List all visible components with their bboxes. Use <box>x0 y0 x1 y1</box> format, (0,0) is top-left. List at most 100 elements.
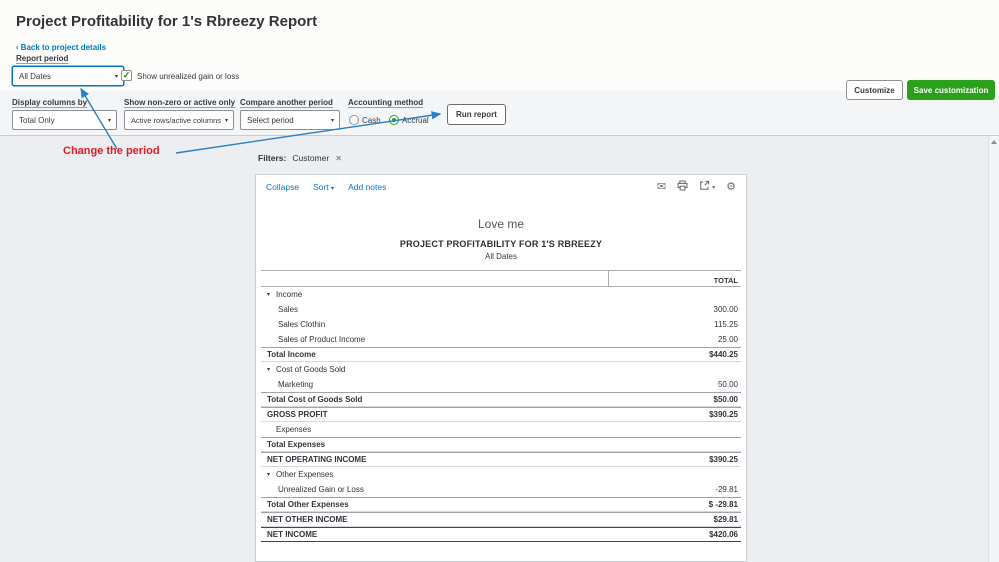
table-row[interactable]: Total Cost of Goods Sold $50.00 <box>261 392 741 407</box>
table-row[interactable]: ▾ Other Expenses <box>261 467 741 482</box>
row-value: 50.00 <box>718 380 738 389</box>
row-value: $390.25 <box>709 410 738 419</box>
compare-period-dropdown[interactable]: Select period ▾ <box>240 110 340 130</box>
table-row[interactable]: Total Income $440.25 <box>261 347 741 362</box>
table-row[interactable]: Marketing 50.00 <box>261 377 741 392</box>
customer-filter-chip[interactable]: Customer <box>292 153 329 163</box>
row-label: Cost of Goods Sold <box>276 365 345 374</box>
report-toolbar: Collapse Sort ▾ Add notes ✉ <box>256 175 746 199</box>
row-label: Total Other Expenses <box>267 500 349 509</box>
table-row[interactable]: Sales of Product Income 25.00 <box>261 332 741 347</box>
run-report-button[interactable]: Run report <box>447 104 506 125</box>
accrual-radio[interactable] <box>389 115 399 125</box>
caret-down-icon: ▾ <box>225 117 228 124</box>
report-table-header: TOTAL <box>261 270 741 287</box>
row-label: Sales of Product Income <box>278 335 365 344</box>
checkmark-icon: ✓ <box>123 71 131 80</box>
row-label: Sales <box>278 305 298 314</box>
report-title: PROJECT PROFITABILITY FOR 1'S RBREEZY <box>256 239 746 249</box>
report-period-dropdown[interactable]: All Dates ▾ <box>12 66 124 86</box>
back-to-project-link[interactable]: ‹Back to project details <box>16 43 106 52</box>
table-row[interactable]: NET OTHER INCOME $29.81 <box>261 512 741 527</box>
report-table: TOTAL ▾ Income Sales 300.00 Sales Clothi… <box>261 270 741 542</box>
table-row[interactable]: NET INCOME $420.06 <box>261 527 741 542</box>
cash-radio-label: Cash <box>362 116 381 125</box>
sort-link[interactable]: Sort ▾ <box>313 182 334 192</box>
row-label: NET OTHER INCOME <box>267 515 347 524</box>
table-row[interactable]: Unrealized Gain or Loss -29.81 <box>261 482 741 497</box>
row-value: $420.06 <box>709 530 738 539</box>
report-card: Collapse Sort ▾ Add notes ✉ <box>255 174 747 562</box>
caret-down-icon: ▾ <box>108 117 111 124</box>
row-label: Unrealized Gain or Loss <box>278 485 364 494</box>
email-icon[interactable]: ✉ <box>657 182 666 193</box>
table-row[interactable]: Total Other Expenses $ -29.81 <box>261 497 741 512</box>
section-arrow-icon: ▾ <box>267 366 276 373</box>
row-value: $390.25 <box>709 455 738 464</box>
display-columns-dropdown[interactable]: Total Only ▾ <box>12 110 117 130</box>
table-row[interactable]: Total Expenses <box>261 437 741 452</box>
row-label: Total Cost of Goods Sold <box>267 395 362 404</box>
row-label: Income <box>276 290 302 299</box>
table-row[interactable]: Sales Clothin 115.25 <box>261 317 741 332</box>
table-row[interactable]: ▾ Cost of Goods Sold <box>261 362 741 377</box>
nonzero-filter-label: Show non-zero or active only <box>124 98 235 107</box>
filters-label: Filters: <box>258 153 286 163</box>
nonzero-filter-dropdown[interactable]: Active rows/active columns ▾ <box>124 110 234 130</box>
row-label: Sales Clothin <box>278 320 325 329</box>
row-value: $ -29.81 <box>709 500 738 509</box>
report-subtitle: All Dates <box>256 252 746 261</box>
table-row[interactable]: GROSS PROFIT $390.25 <box>261 407 741 422</box>
table-row[interactable]: Sales 300.00 <box>261 302 741 317</box>
show-unrealized-label: Show unrealized gain or loss <box>137 72 239 81</box>
row-value: 300.00 <box>714 305 738 314</box>
company-name: Love me <box>256 217 746 231</box>
report-table-body: ▾ Income Sales 300.00 Sales Clothin 115.… <box>261 287 741 542</box>
table-row[interactable]: Expenses <box>261 422 741 437</box>
back-link-label: Back to project details <box>21 43 106 52</box>
print-icon[interactable] <box>677 180 688 194</box>
row-value: $50.00 <box>714 395 738 404</box>
export-menu-button[interactable]: ▾ <box>699 180 715 194</box>
remove-customer-filter-button[interactable]: ✕ <box>335 154 342 163</box>
nonzero-filter-value: Active rows/active columns <box>131 116 221 125</box>
page-title: Project Profitability for 1's Rbreezy Re… <box>16 13 317 30</box>
row-value: $29.81 <box>714 515 738 524</box>
page: Project Profitability for 1's Rbreezy Re… <box>0 0 999 562</box>
total-column-header: TOTAL <box>608 271 741 286</box>
row-label: Total Expenses <box>267 440 325 449</box>
report-period-label: Report period <box>16 54 68 63</box>
display-columns-value: Total Only <box>19 116 55 125</box>
display-columns-label: Display columns by <box>12 98 87 107</box>
table-row[interactable]: NET OPERATING INCOME $390.25 <box>261 452 741 467</box>
accounting-method-label: Accounting method <box>348 98 423 107</box>
caret-down-icon: ▾ <box>331 117 334 124</box>
row-value: 25.00 <box>718 335 738 344</box>
filters-bar: Filters: Customer ✕ <box>258 153 342 163</box>
row-label: Total Income <box>267 350 316 359</box>
export-icon <box>699 180 710 194</box>
customize-button[interactable]: Customize <box>846 80 903 100</box>
section-arrow-icon: ▾ <box>267 471 276 478</box>
sort-link-label: Sort <box>313 182 329 192</box>
back-chevron-icon: ‹ <box>16 43 19 52</box>
caret-down-icon: ▾ <box>712 184 715 191</box>
caret-down-icon: ▾ <box>331 186 334 192</box>
gear-icon[interactable]: ⚙ <box>726 182 736 193</box>
row-value: 115.25 <box>714 320 738 329</box>
save-customization-button[interactable]: Save customization <box>907 80 995 100</box>
cash-radio[interactable] <box>349 115 359 125</box>
compare-period-value: Select period <box>247 116 294 125</box>
accrual-radio-label: Accrual <box>402 116 429 125</box>
collapse-link[interactable]: Collapse <box>266 182 299 192</box>
row-label: GROSS PROFIT <box>267 410 327 419</box>
row-label: NET INCOME <box>267 530 317 539</box>
table-row[interactable]: ▾ Income <box>261 287 741 302</box>
scroll-up-icon[interactable] <box>991 140 997 144</box>
compare-period-label: Compare another period <box>240 98 333 107</box>
row-label: NET OPERATING INCOME <box>267 455 366 464</box>
vertical-scrollbar[interactable] <box>988 136 999 562</box>
show-unrealized-checkbox[interactable]: ✓ <box>121 70 132 81</box>
row-label: Marketing <box>278 380 313 389</box>
add-notes-link[interactable]: Add notes <box>348 182 386 192</box>
